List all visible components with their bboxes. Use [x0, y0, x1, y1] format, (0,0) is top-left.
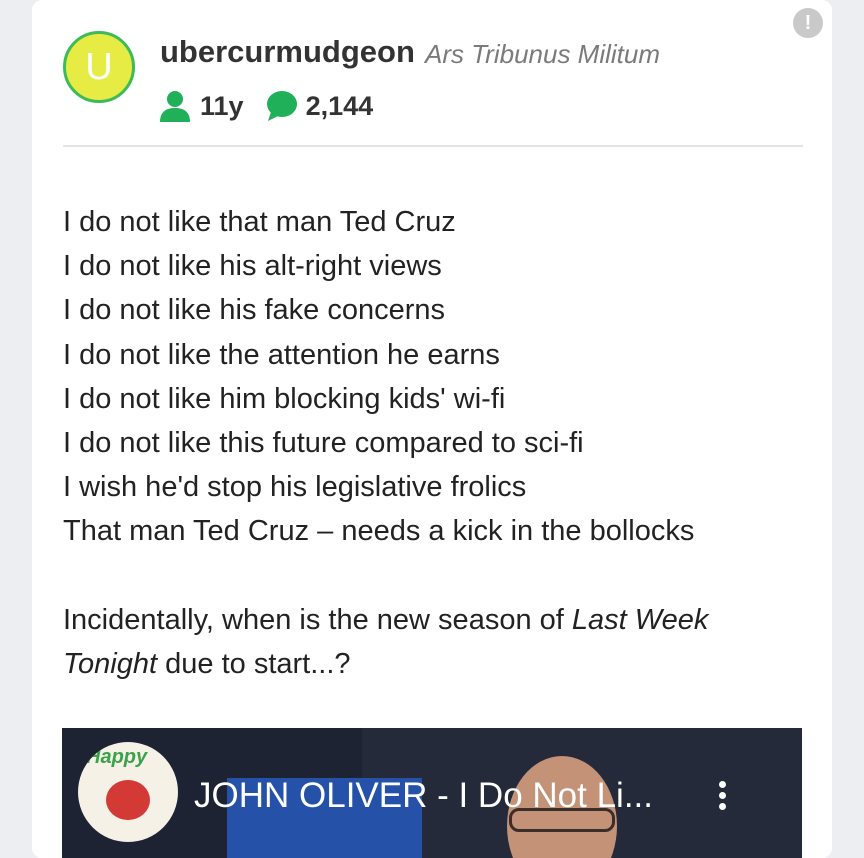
- closing-prefix: Incidentally, when is the new season of: [63, 603, 572, 636]
- post-body: I do not like that man Ted Cruz I do not…: [63, 200, 803, 686]
- poem-line: I do not like that man Ted Cruz: [63, 206, 456, 238]
- poem-line: I do not like the attention he earns: [63, 338, 500, 371]
- channel-avatar-text: Happy: [86, 746, 148, 768]
- poem-line: I do not like his fake concerns: [63, 294, 446, 327]
- poem-line: I do not like his alt-right views: [63, 250, 442, 283]
- closing-paragraph: Incidentally, when is the new season of …: [63, 598, 803, 686]
- user-stats: 11y 2,144: [158, 88, 393, 124]
- post-count: 2,144: [305, 90, 374, 121]
- video-embed[interactable]: Happy JOHN OLIVER - I Do Not Li...: [62, 728, 802, 858]
- membership-age: 11y: [200, 90, 244, 121]
- channel-avatar[interactable]: Happy: [78, 742, 178, 842]
- poem-line: I do not like this future compared to sc…: [63, 427, 584, 460]
- comment-icon: [266, 91, 297, 121]
- avatar[interactable]: U: [63, 31, 135, 103]
- show-title-part-2: Tonight: [63, 647, 158, 680]
- report-icon[interactable]: !: [793, 8, 823, 38]
- poem-line: I wish he'd stop his legislative frolics: [63, 471, 527, 504]
- user-icon: [160, 91, 190, 122]
- header-divider: [63, 145, 803, 147]
- video-title[interactable]: JOHN OLIVER - I Do Not Li...: [194, 776, 653, 816]
- poem-line: I do not like him blocking kids' wi-fi: [63, 382, 506, 415]
- video-more-icon[interactable]: [712, 778, 732, 818]
- user-rank: Ars Tribunus Militum: [425, 39, 661, 69]
- poem-line: That man Ted Cruz – needs a kick in the …: [63, 515, 695, 548]
- channel-avatar-art: [106, 780, 150, 820]
- closing-suffix: due to start...?: [157, 647, 351, 680]
- username[interactable]: ubercurmudgeon: [160, 34, 415, 70]
- show-title-part-1: Last Week: [571, 603, 709, 636]
